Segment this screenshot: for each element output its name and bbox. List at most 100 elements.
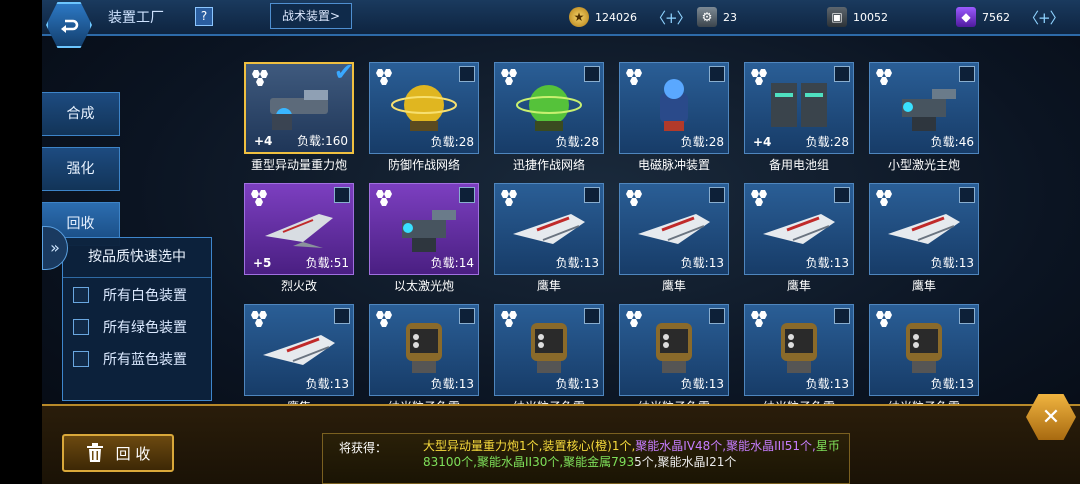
device-card[interactable]: 负载:14 [369, 183, 479, 275]
select-checkbox[interactable] [459, 308, 475, 324]
select-checkbox[interactable] [959, 187, 975, 203]
device-card[interactable]: 负载:28 [619, 62, 729, 154]
load-value: 负载:28 [680, 135, 724, 149]
select-checkbox[interactable] [334, 187, 350, 203]
device-item[interactable]: 负载:13纳米粒子鱼雷 [369, 304, 479, 416]
device-item[interactable]: +5 负载:51 烈火改 [244, 183, 354, 295]
crystal-icon: ◆ [956, 7, 976, 27]
metal-box-icon: ▣ [827, 7, 847, 27]
checkbox[interactable] [73, 351, 89, 367]
game-screen: 装置工厂 ? 战术装置> ★ 124026 〈+〉 ⚙ 23 ▣ 10052 ◆… [0, 0, 1080, 484]
select-checkbox[interactable] [709, 66, 725, 82]
device-card[interactable]: 负载:13 [244, 304, 354, 396]
device-item[interactable]: 负载:13鹰隼 [244, 304, 354, 416]
device-image [406, 323, 442, 373]
device-name: 小型激光主炮 [887, 158, 960, 172]
gold-add-button[interactable]: 〈+〉 [651, 7, 692, 28]
select-checkbox[interactable] [584, 308, 600, 324]
device-item[interactable]: 负载:13纳米粒子鱼雷 [619, 304, 729, 416]
tab-synthesis[interactable]: 合成 [42, 92, 120, 136]
select-green-option[interactable]: 所有绿色装置 [63, 312, 211, 342]
select-checkbox[interactable] [959, 308, 975, 324]
tactical-device-tab[interactable]: 战术装置> [270, 3, 352, 29]
select-checkbox[interactable] [834, 187, 850, 203]
reward-item: 5个,聚能水晶I21个 [634, 455, 737, 469]
load-value: 负载:13 [305, 377, 349, 391]
help-button[interactable]: ? [195, 7, 213, 26]
device-item[interactable]: 负载:14 以太激光炮 [369, 183, 479, 295]
device-item[interactable]: 负载:13鹰隼 [494, 183, 604, 295]
quick-select-panel: 按品质快速选中 所有白色装置 所有绿色装置 所有蓝色装置 [62, 237, 212, 401]
device-item[interactable]: 负载:13纳米粒子鱼雷 [869, 304, 979, 416]
select-blue-option[interactable]: 所有蓝色装置 [63, 344, 211, 374]
select-checkbox[interactable] [709, 308, 725, 324]
device-card[interactable]: 负载:13 [744, 304, 854, 396]
device-name: 重型异动量重力炮 [250, 158, 347, 172]
device-card[interactable]: 负载:13 [494, 304, 604, 396]
device-item[interactable]: 负载:13鹰隼 [869, 183, 979, 295]
select-checkbox[interactable] [459, 66, 475, 82]
load-value: 负载:160 [297, 134, 348, 148]
reward-item: 聚能水晶IV48个, [635, 439, 727, 453]
parts-amount: 23 [723, 10, 737, 24]
reward-list: 大型异动量重力炮1个,装置核心(橙)1个,聚能水晶IV48个,聚能水晶III51… [423, 438, 843, 470]
device-item[interactable]: 负载:46 小型激光主炮 [869, 62, 979, 174]
load-value: 负载:13 [805, 377, 849, 391]
load-value: 负载:28 [430, 135, 474, 149]
device-item[interactable]: 负载:28 电磁脉冲装置 [619, 62, 729, 174]
parts-resource: ⚙ 23 [697, 6, 737, 28]
select-checkbox[interactable] [834, 66, 850, 82]
device-card[interactable]: 负载:28 [369, 62, 479, 154]
device-card[interactable]: +4 负载:28 [744, 62, 854, 154]
device-item[interactable]: 负载:28 防御作战网络 [369, 62, 479, 174]
device-card[interactable]: 负载:13 [619, 183, 729, 275]
checkbox[interactable] [73, 319, 89, 335]
device-card[interactable]: 负载:13 [869, 304, 979, 396]
device-card[interactable]: ✔ +4 负载:160 [244, 62, 354, 154]
select-checkbox[interactable] [459, 187, 475, 203]
device-item[interactable]: 负载:13 鹰隼 [744, 183, 854, 295]
close-icon: ✕ [1041, 404, 1061, 430]
device-item[interactable]: 负载:13鹰隼 [619, 183, 729, 295]
device-card[interactable]: 负载:13 [744, 183, 854, 275]
load-value: 负载:13 [680, 256, 724, 270]
select-checkbox[interactable] [584, 187, 600, 203]
device-card[interactable]: 负载:13 [369, 304, 479, 396]
recycle-button[interactable]: 回 收 [62, 434, 174, 472]
device-name: 鹰隼 [786, 279, 811, 293]
device-card[interactable]: +5 负载:51 [244, 183, 354, 275]
device-image [270, 90, 328, 130]
load-value: 负载:46 [930, 135, 974, 149]
device-card[interactable]: 负载:13 [619, 304, 729, 396]
load-value: 负载:13 [930, 256, 974, 270]
device-item[interactable]: +4 负载:28 备用电池组 [744, 62, 854, 174]
select-checkbox[interactable] [834, 308, 850, 324]
load-value: 负载:13 [930, 377, 974, 391]
device-card[interactable]: 负载:13 [494, 183, 604, 275]
select-checkbox[interactable] [959, 66, 975, 82]
reward-item: 聚能水晶III51个, [726, 439, 816, 453]
device-item[interactable]: 负载:13纳米粒子鱼雷 [744, 304, 854, 416]
select-checkbox[interactable] [709, 187, 725, 203]
device-item[interactable]: 负载:13纳米粒子鱼雷 [494, 304, 604, 416]
device-name: 迅捷作战网络 [512, 158, 585, 172]
device-image [513, 214, 585, 244]
device-image [516, 85, 582, 131]
device-image [906, 323, 942, 373]
device-image [263, 335, 335, 365]
option-label: 所有蓝色装置 [103, 352, 187, 368]
select-checkbox[interactable] [334, 308, 350, 324]
device-item[interactable]: ✔ +4 负载:160 重型异动量重力炮 [244, 62, 354, 174]
device-name: 烈火改 [280, 279, 317, 293]
tab-enhance[interactable]: 强化 [42, 147, 120, 191]
device-card[interactable]: 负载:13 [869, 183, 979, 275]
select-white-option[interactable]: 所有白色装置 [63, 280, 211, 310]
crystal-add-button[interactable]: 〈+〉 [1024, 7, 1065, 28]
device-card[interactable]: 负载:46 [869, 62, 979, 154]
device-item[interactable]: 负载:28 迅捷作战网络 [494, 62, 604, 174]
device-image [902, 89, 956, 131]
device-card[interactable]: 负载:28 [494, 62, 604, 154]
select-checkbox[interactable] [584, 66, 600, 82]
device-image [402, 210, 456, 252]
checkbox[interactable] [73, 287, 89, 303]
